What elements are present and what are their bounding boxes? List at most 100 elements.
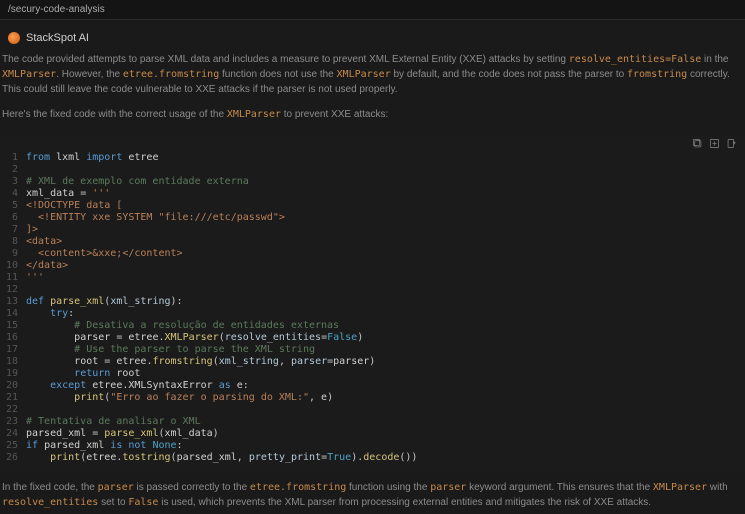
- line-content: <data>: [26, 236, 62, 248]
- code-line: 18 root = etree.fromstring(xml_string, p…: [4, 356, 737, 368]
- inline-code: fromstring: [627, 69, 687, 80]
- text: keyword argument. This ensures that the: [466, 482, 653, 493]
- code-line: 19 return root: [4, 368, 737, 380]
- line-number: 25: [4, 440, 26, 452]
- code-line: 4xml_data = ''': [4, 188, 737, 200]
- text: by default, and the code does not pass t…: [391, 69, 627, 80]
- code-line: 22: [4, 404, 737, 416]
- copy-icon[interactable]: [692, 138, 703, 149]
- line-number: 21: [4, 392, 26, 404]
- line-content: parser = etree.XMLParser(resolve_entitie…: [26, 332, 363, 344]
- text: In the fixed code, the: [2, 482, 98, 493]
- breadcrumb-path: /secury-code-analysis: [8, 4, 105, 15]
- line-number: 11: [4, 272, 26, 284]
- line-number: 4: [4, 188, 26, 200]
- text: with: [707, 482, 728, 493]
- text: is used, which prevents the XML parser f…: [158, 497, 651, 508]
- text: . However, the: [56, 69, 123, 80]
- line-number: 22: [4, 404, 26, 416]
- line-content: if parsed_xml is not None:: [26, 440, 183, 452]
- assistant-message: The code provided attempts to parse XML …: [0, 50, 745, 126]
- inline-code: XMLParser: [227, 109, 281, 120]
- line-content: <!DOCTYPE data [: [26, 200, 122, 212]
- code-line: 3# XML de exemplo com entidade externa: [4, 176, 737, 188]
- line-content: def parse_xml(xml_string):: [26, 296, 183, 308]
- inline-code: resolve_entities: [2, 497, 98, 508]
- line-content: # Desativa a resolução de entidades exte…: [26, 320, 339, 332]
- text: to prevent XXE attacks:: [281, 109, 388, 120]
- line-number: 9: [4, 248, 26, 260]
- code-toolbar: [692, 138, 737, 149]
- code-line: 20 except etree.XMLSyntaxError as e:: [4, 380, 737, 392]
- code-content[interactable]: 1from lxml import etree23# XML de exempl…: [0, 136, 745, 472]
- line-content: parsed_xml = parse_xml(xml_data): [26, 428, 219, 440]
- code-line: 21 print("Erro ao fazer o parsing do XML…: [4, 392, 737, 404]
- inline-code: etree.fromstring: [250, 482, 346, 493]
- line-number: 13: [4, 296, 26, 308]
- line-content: ]>: [26, 224, 38, 236]
- line-content: # Use the parser to parse the XML string: [26, 344, 315, 356]
- inline-code: XMLParser: [653, 482, 707, 493]
- code-line: 7]>: [4, 224, 737, 236]
- code-line: 13def parse_xml(xml_string):: [4, 296, 737, 308]
- code-line: 23# Tentativa de analisar o XML: [4, 416, 737, 428]
- line-number: 20: [4, 380, 26, 392]
- code-line: 14 try:: [4, 308, 737, 320]
- assistant-name: StackSpot AI: [26, 32, 89, 44]
- inline-code: False: [128, 497, 158, 508]
- line-content: xml_data = ''': [26, 188, 110, 200]
- line-number: 8: [4, 236, 26, 248]
- line-content: try:: [26, 308, 74, 320]
- line-number: 2: [4, 164, 26, 176]
- text: set to: [98, 497, 128, 508]
- line-content: print(etree.tostring(parsed_xml, pretty_…: [26, 452, 417, 464]
- line-number: 24: [4, 428, 26, 440]
- line-number: 18: [4, 356, 26, 368]
- inline-code: XMLParser: [337, 69, 391, 80]
- text: is passed correctly to the: [134, 482, 250, 493]
- line-number: 3: [4, 176, 26, 188]
- line-number: 7: [4, 224, 26, 236]
- line-number: 19: [4, 368, 26, 380]
- line-number: 1: [4, 152, 26, 164]
- line-number: 26: [4, 452, 26, 464]
- line-content: root = etree.fromstring(xml_string, pars…: [26, 356, 375, 368]
- line-number: 10: [4, 260, 26, 272]
- code-line: 15 # Desativa a resolução de entidades e…: [4, 320, 737, 332]
- insert-icon[interactable]: [709, 138, 720, 149]
- code-line: 24parsed_xml = parse_xml(xml_data): [4, 428, 737, 440]
- code-line: 17 # Use the parser to parse the XML str…: [4, 344, 737, 356]
- inline-code: etree.fromstring: [123, 69, 219, 80]
- code-block: 1from lxml import etree23# XML de exempl…: [0, 136, 745, 472]
- code-line: 5<!DOCTYPE data [: [4, 200, 737, 212]
- stackspot-logo-icon: [8, 32, 20, 44]
- line-number: 5: [4, 200, 26, 212]
- line-number: 17: [4, 344, 26, 356]
- code-line: 2: [4, 164, 737, 176]
- code-line: 12: [4, 284, 737, 296]
- line-number: 15: [4, 320, 26, 332]
- text: in the: [701, 54, 728, 65]
- code-line: 9 <content>&xxe;</content>: [4, 248, 737, 260]
- line-number: 14: [4, 308, 26, 320]
- line-number: 6: [4, 212, 26, 224]
- text: function using the: [346, 482, 430, 493]
- code-line: 6 <!ENTITY xxe SYSTEM "file:///etc/passw…: [4, 212, 737, 224]
- code-line: 10</data>: [4, 260, 737, 272]
- line-content: ''': [26, 272, 44, 284]
- line-content: # XML de exemplo com entidade externa: [26, 176, 249, 188]
- code-line: 16 parser = etree.XMLParser(resolve_enti…: [4, 332, 737, 344]
- breadcrumb: /secury-code-analysis: [0, 0, 745, 20]
- assistant-footer-message: In the fixed code, the parser is passed …: [0, 472, 745, 512]
- new-file-icon[interactable]: [726, 138, 737, 149]
- line-content: return root: [26, 368, 140, 380]
- line-content: print("Erro ao fazer o parsing do XML:",…: [26, 392, 333, 404]
- line-content: <content>&xxe;</content>: [26, 248, 183, 260]
- text: function does not use the: [219, 69, 336, 80]
- code-line: 1from lxml import etree: [4, 152, 737, 164]
- code-line: 25if parsed_xml is not None:: [4, 440, 737, 452]
- line-content: <!ENTITY xxe SYSTEM "file:///etc/passwd"…: [26, 212, 285, 224]
- line-content: </data>: [26, 260, 68, 272]
- assistant-header: StackSpot AI: [0, 20, 745, 50]
- code-line: 11''': [4, 272, 737, 284]
